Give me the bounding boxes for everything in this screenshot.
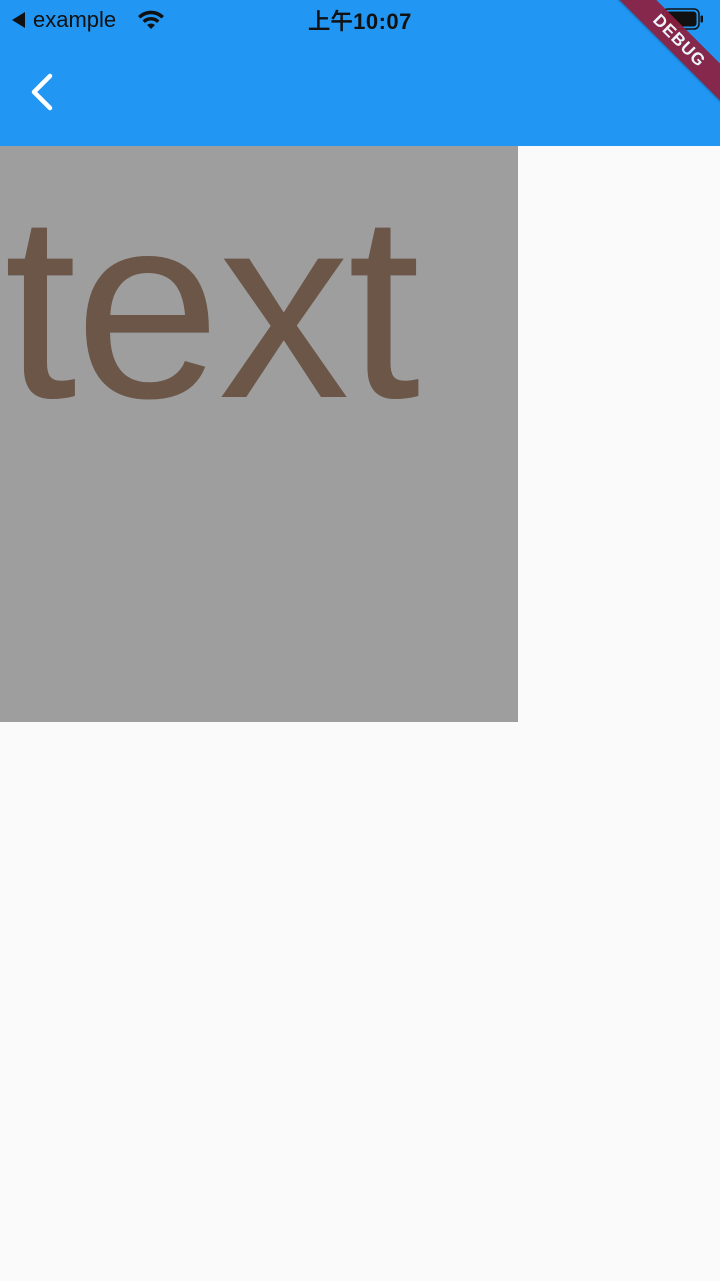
sample-text: text — [4, 160, 420, 453]
app-bar: example 上午10:07 — [0, 0, 720, 146]
battery-icon — [662, 8, 703, 30]
chevron-left-icon — [31, 73, 53, 111]
back-button[interactable] — [18, 64, 66, 120]
status-time: 上午10:07 — [308, 9, 412, 34]
status-bar: example 上午10:07 — [0, 0, 720, 40]
content-box: text — [0, 146, 518, 722]
